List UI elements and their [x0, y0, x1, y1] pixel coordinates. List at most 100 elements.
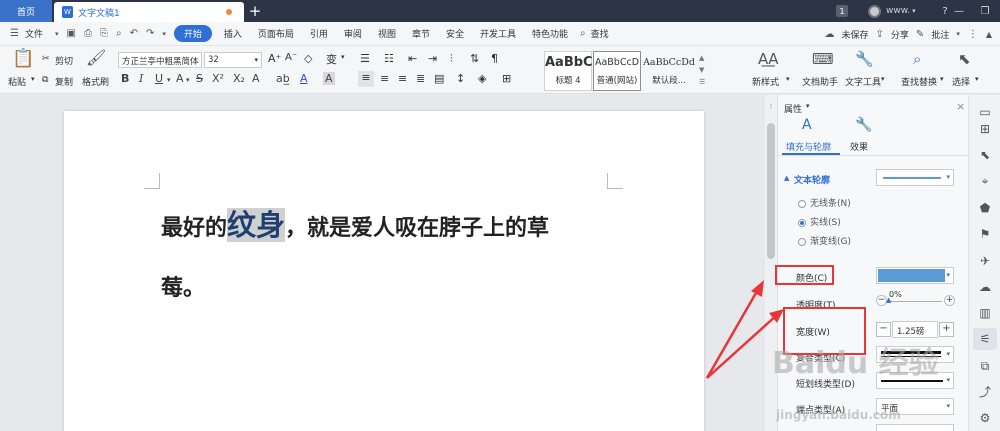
find-replace-icon[interactable]: ⌕ [913, 50, 921, 68]
styles-expand-icon[interactable]: ☰ [699, 78, 705, 86]
sidebar-share-icon[interactable]: ⤴ [978, 385, 992, 399]
new-style-icon[interactable]: A͟A [758, 50, 779, 68]
cloud-icon[interactable]: ☁ [821, 29, 839, 40]
user-menu-chevron-icon[interactable]: ▾ [912, 7, 916, 15]
copy-button[interactable]: 复制 [55, 75, 73, 88]
user-name[interactable]: www. [886, 6, 910, 16]
width-increase-button[interactable]: + [939, 322, 954, 337]
justify-icon[interactable]: ≣ [416, 72, 425, 85]
tab-security[interactable]: 安全 [438, 27, 472, 40]
underline-icon[interactable]: U [155, 72, 163, 85]
sidebar-chart-icon[interactable]: ▥ [978, 306, 992, 320]
save-icon[interactable]: ▣ [63, 28, 80, 39]
tab-chapter[interactable]: 章节 [404, 27, 438, 40]
text-effect-icon[interactable]: A [252, 72, 260, 85]
text-tools-button[interactable]: 文字工具 [845, 75, 881, 88]
sidebar-new-icon[interactable]: ⊞ [978, 122, 992, 136]
paste-chevron-icon[interactable]: ▾ [31, 75, 35, 83]
new-style-button[interactable]: 新样式 [752, 75, 779, 88]
section-collapse-icon[interactable]: ▲ [784, 174, 789, 182]
sidebar-backup-icon[interactable]: ⧉ [978, 359, 992, 373]
select-button[interactable]: 选择 [952, 75, 970, 88]
collapse-ribbon-icon[interactable]: ▲ [982, 30, 996, 39]
tab-references[interactable]: 引用 [302, 27, 336, 40]
format-painter-icon[interactable]: 🖌 [86, 48, 106, 67]
unsaved-status[interactable]: 未保存 [839, 28, 872, 41]
sidebar-properties-icon[interactable]: ⚟ [973, 328, 997, 350]
scroll-split-icon[interactable]: ⁝ [767, 103, 775, 111]
option-gradient-line[interactable]: 渐变线(G) [798, 234, 851, 247]
print-icon[interactable]: ⎘ [96, 28, 112, 39]
document-body-text[interactable]: 最好的纹身，就是爱人吸在脖子上的草 莓。 [161, 195, 621, 319]
file-menu[interactable]: 文件 [23, 27, 51, 40]
sidebar-select-icon[interactable]: ⬉ [978, 148, 992, 162]
underline-chevron-icon[interactable]: ▾ [167, 76, 171, 84]
font-size-select[interactable]: 32 ▾ [204, 52, 262, 68]
sidebar-shape-icon[interactable]: ⬟ [978, 201, 992, 215]
distributed-icon[interactable]: ▤ [434, 72, 444, 85]
bullet-list-icon[interactable]: ☰ [360, 52, 370, 65]
text-tools-chevron-icon[interactable]: ▾ [881, 75, 885, 83]
export-pdf-icon[interactable]: ⎙ [80, 28, 96, 39]
cut-button[interactable]: 剪切 [55, 54, 73, 67]
search-button[interactable]: 查找 [590, 27, 617, 40]
sidebar-nav-icon[interactable]: ⚑ [978, 227, 992, 241]
effect-icon[interactable]: 🔧 [855, 117, 872, 133]
selected-text[interactable]: 纹身 [227, 208, 286, 242]
undo-icon[interactable]: ↶ [126, 28, 142, 39]
doc-assistant-button[interactable]: 文档助手 [802, 75, 838, 88]
cut-icon[interactable]: ✂ [42, 54, 50, 64]
style-default-paragraph[interactable]: AaBbCcDd 默认段... [642, 51, 696, 91]
minimize-icon[interactable]: — [946, 6, 972, 17]
shrink-font-icon[interactable]: A⁻ [285, 52, 297, 63]
format-painter-button[interactable]: 格式刷 [82, 75, 109, 88]
numbered-list-icon[interactable]: ☷ [384, 52, 394, 65]
line-spacing-icon[interactable]: ↕ [456, 72, 465, 85]
styles-scroll-down-icon[interactable]: ▼ [699, 66, 704, 74]
font-name-select[interactable]: 方正兰亭中粗黑简体 [118, 52, 202, 68]
style-normal-web[interactable]: AaBbCcD 普通(网站) [593, 51, 641, 91]
panel-title-chevron-icon[interactable]: ▾ [806, 102, 810, 110]
phonetic-chevron-icon[interactable]: ▾ [341, 53, 345, 61]
styles-scroll-up-icon[interactable]: ▲ [699, 54, 704, 62]
highlight-icon[interactable]: ab̲ [276, 72, 290, 85]
doc-assistant-icon[interactable]: ⌨ [812, 50, 834, 68]
new-style-chevron-icon[interactable]: ▾ [786, 75, 790, 83]
select-chevron-icon[interactable]: ▾ [975, 75, 979, 83]
sort-icon[interactable]: ⇅ [470, 52, 479, 65]
radio-gradient-line[interactable] [798, 237, 806, 246]
paste-button[interactable]: 粘贴 [8, 75, 26, 88]
tab-effect[interactable]: 效果 [850, 140, 868, 153]
redo-icon[interactable]: ↷ [142, 28, 158, 39]
radio-solid-line[interactable] [798, 218, 806, 227]
tab-review[interactable]: 审阅 [336, 27, 370, 40]
strikethrough-icon[interactable]: S [196, 72, 203, 85]
italic-icon[interactable]: I [139, 72, 143, 85]
chinese-layout-icon[interactable]: ⫶ [450, 52, 453, 66]
tab-special-features[interactable]: 特色功能 [524, 27, 576, 40]
tab-developer[interactable]: 开发工具 [472, 27, 524, 40]
font-size-chevron-icon[interactable]: ▾ [254, 56, 258, 64]
phonetic-guide-icon[interactable]: 变 [326, 51, 337, 67]
sidebar-rocket-icon[interactable]: ✈ [978, 254, 992, 268]
decrease-indent-icon[interactable]: ⇤ [408, 52, 417, 65]
comment-icon[interactable]: ✎ [912, 29, 928, 40]
document-tab[interactable]: W 文字文稿1 [54, 2, 244, 22]
option-no-line[interactable]: 无线条(N) [798, 196, 851, 209]
borders-icon[interactable]: ⊞ [502, 72, 511, 85]
comment-button[interactable]: 批注 [928, 28, 952, 41]
tab-home[interactable]: 开始 [173, 25, 212, 42]
sidebar-cloud-icon[interactable]: ☁ [978, 280, 992, 294]
scrollbar-thumb[interactable] [767, 123, 775, 259]
find-replace-chevron-icon[interactable]: ▾ [940, 75, 944, 83]
share-button[interactable]: 分享 [888, 28, 912, 41]
share-icon[interactable]: ⇪ [872, 29, 888, 40]
tab-insert[interactable]: 插入 [216, 27, 250, 40]
text-tools-icon[interactable]: 🔧 [855, 50, 874, 68]
fill-outline-icon[interactable]: A [802, 117, 812, 133]
page-count-badge[interactable]: 1 [836, 5, 848, 17]
compound-type-chevron-icon[interactable]: ▾ [946, 350, 950, 358]
sidebar-settings-icon[interactable]: ⚙ [978, 411, 992, 425]
quick-access-chevron-icon[interactable]: ▾ [158, 30, 170, 38]
document-page[interactable]: 最好的纹身，就是爱人吸在脖子上的草 莓。 [64, 111, 704, 431]
